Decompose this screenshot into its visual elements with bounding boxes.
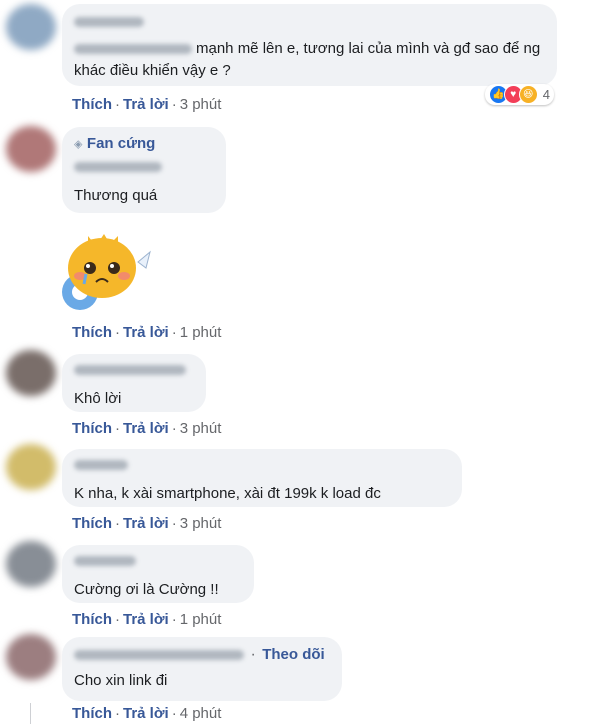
timestamp[interactable]: 3 phút	[180, 96, 222, 113]
author-name[interactable]	[74, 362, 194, 380]
badge-row: ◈ Fan cứng	[74, 135, 214, 153]
reply-button[interactable]: Trả lời	[123, 611, 169, 628]
avatar[interactable]	[6, 541, 56, 587]
avatar[interactable]	[6, 444, 56, 490]
comment-actions: Thích · Trả lời · 3 phút	[72, 420, 222, 437]
comment-bubble: ◈ Fan cứng Thương quá	[62, 127, 226, 213]
reply-button[interactable]: Trả lời	[123, 705, 169, 722]
comment-text: K nha, k xài smartphone, xài đt 199k k l…	[74, 485, 381, 502]
comment-bubble: Cường ơi là Cường !!	[62, 545, 254, 603]
thread-line	[30, 703, 31, 724]
reaction-count: 4	[542, 87, 550, 102]
author-name[interactable]	[74, 159, 214, 177]
like-button[interactable]: Thích	[72, 515, 112, 532]
comment-actions: Thích · Trả lời · 1 phút	[72, 324, 222, 341]
separator-dot: ·	[250, 646, 256, 663]
reply-button[interactable]: Trả lời	[123, 515, 169, 532]
like-button[interactable]: Thích	[72, 96, 112, 113]
comment-text: Khô lời	[74, 390, 122, 407]
reply-button[interactable]: Trả lời	[123, 420, 169, 437]
diamond-icon: ◈	[74, 138, 83, 151]
comment-actions: Thích · Trả lời · 1 phút	[72, 611, 222, 628]
comment-actions: Thích · Trả lời · 4 phút	[72, 705, 222, 722]
author-name[interactable]	[74, 553, 242, 571]
comment-text: mạnh mẽ lên e, tương lai của mình và gđ …	[74, 40, 541, 79]
author-row: · Theo dõi	[74, 646, 330, 664]
comment-text: Thương quá	[74, 187, 158, 204]
avatar[interactable]	[6, 350, 56, 396]
comment-text: Cho xin link đi	[74, 672, 168, 689]
avatar[interactable]	[6, 4, 56, 50]
author-name-blurred	[74, 44, 192, 55]
haha-reaction-icon: 😆	[518, 85, 538, 104]
timestamp[interactable]: 3 phút	[180, 420, 222, 437]
reaction-summary[interactable]: 👍 ♥ 😆 4	[484, 84, 554, 105]
comment-bubble: · Theo dõi Cho xin link đi	[62, 637, 342, 701]
author-name[interactable]	[74, 14, 545, 32]
like-button[interactable]: Thích	[72, 420, 112, 437]
comment-bubble: mạnh mẽ lên e, tương lai của mình và gđ …	[62, 4, 557, 86]
timestamp[interactable]: 1 phút	[180, 324, 222, 341]
fan-badge[interactable]: Fan cứng	[87, 135, 155, 152]
timestamp[interactable]: 4 phút	[180, 705, 222, 722]
author-name[interactable]	[74, 649, 244, 660]
sticker-image[interactable]	[58, 222, 154, 314]
comment-bubble: Khô lời	[62, 354, 206, 412]
comment-actions: Thích · Trả lời · 3 phút	[72, 515, 222, 532]
like-button[interactable]: Thích	[72, 611, 112, 628]
comment-bubble: K nha, k xài smartphone, xài đt 199k k l…	[62, 449, 462, 507]
comment-text: Cường ơi là Cường !!	[74, 581, 219, 598]
reply-button[interactable]: Trả lời	[123, 324, 169, 341]
author-name[interactable]	[74, 457, 450, 475]
avatar[interactable]	[6, 126, 56, 172]
like-button[interactable]: Thích	[72, 324, 112, 341]
follow-button[interactable]: Theo dõi	[262, 646, 325, 663]
timestamp[interactable]: 3 phút	[180, 515, 222, 532]
reply-button[interactable]: Trả lời	[123, 96, 169, 113]
like-button[interactable]: Thích	[72, 705, 112, 722]
avatar[interactable]	[6, 634, 56, 680]
comment-actions: Thích · Trả lời · 3 phút	[72, 96, 222, 113]
timestamp[interactable]: 1 phút	[180, 611, 222, 628]
